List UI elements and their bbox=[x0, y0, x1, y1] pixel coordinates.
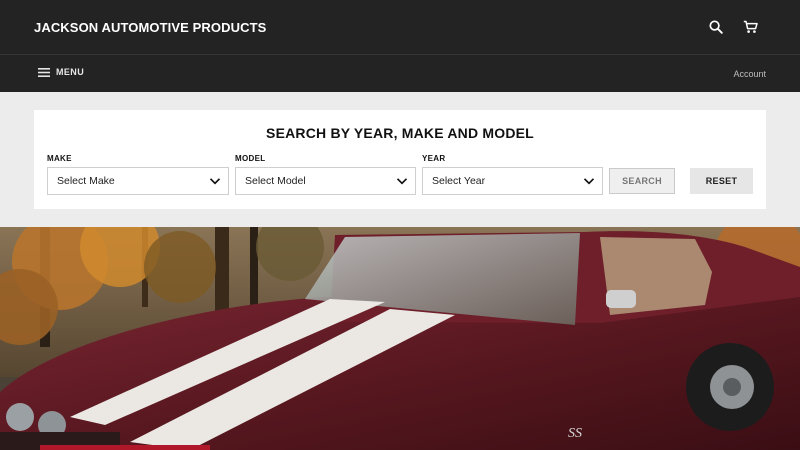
model-select-value: Select Model bbox=[245, 175, 306, 187]
make-select[interactable]: Select Make bbox=[47, 167, 229, 195]
year-label: YEAR bbox=[422, 154, 446, 163]
search-title: SEARCH BY YEAR, MAKE AND MODEL bbox=[266, 125, 534, 141]
hero-car-illustration: SS bbox=[0, 227, 800, 450]
nav-bar: MENU Account bbox=[0, 54, 800, 92]
cart-icon[interactable] bbox=[740, 17, 760, 37]
make-select-value: Select Make bbox=[57, 175, 115, 187]
account-link[interactable]: Account bbox=[733, 69, 766, 79]
header-icons bbox=[706, 17, 760, 37]
chevron-down-icon bbox=[209, 178, 221, 185]
menu-label: MENU bbox=[56, 67, 85, 77]
chevron-down-icon bbox=[583, 178, 595, 185]
year-select-value: Select Year bbox=[432, 175, 486, 187]
reset-button[interactable]: RESET bbox=[690, 168, 753, 194]
brand-logo[interactable]: JACKSON AUTOMOTIVE PRODUCTS bbox=[34, 20, 266, 35]
make-label: MAKE bbox=[47, 154, 72, 163]
site-header: JACKSON AUTOMOTIVE PRODUCTS bbox=[0, 0, 800, 54]
model-label: MODEL bbox=[235, 154, 266, 163]
year-select[interactable]: Select Year bbox=[422, 167, 603, 195]
search-section: SEARCH BY YEAR, MAKE AND MODEL MAKE Sele… bbox=[0, 92, 800, 227]
menu-button[interactable]: MENU bbox=[38, 67, 84, 77]
search-panel: SEARCH BY YEAR, MAKE AND MODEL MAKE Sele… bbox=[34, 110, 766, 209]
search-button[interactable]: SEARCH bbox=[609, 168, 675, 194]
chevron-down-icon bbox=[396, 178, 408, 185]
hero-image: SS bbox=[0, 227, 800, 450]
search-icon[interactable] bbox=[706, 17, 726, 37]
model-select[interactable]: Select Model bbox=[235, 167, 416, 195]
ss-badge: SS bbox=[568, 426, 582, 441]
hamburger-icon bbox=[38, 67, 50, 77]
